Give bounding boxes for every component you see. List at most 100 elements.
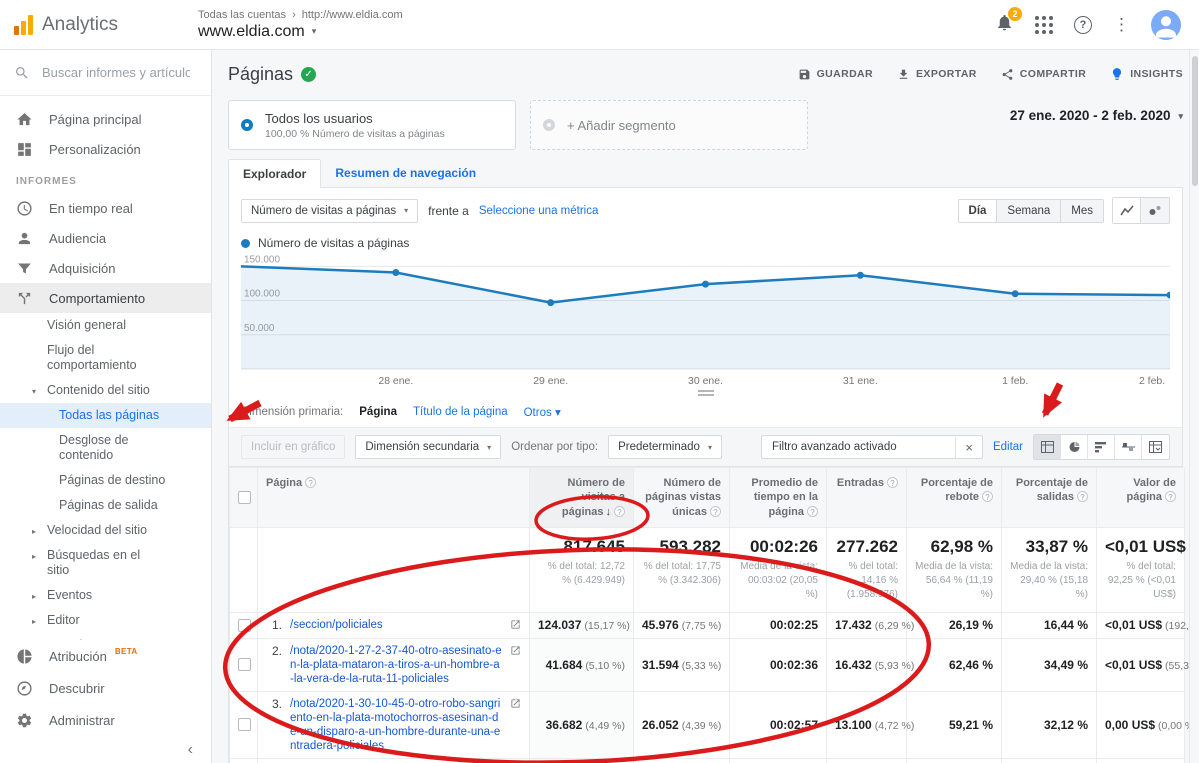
segment-all-users[interactable]: Todos los usuarios 100,00 % Número de vi… (228, 100, 516, 150)
table-view-icon (1041, 441, 1054, 453)
motion-chart-mode-button[interactable] (1141, 198, 1169, 223)
save-button[interactable]: GUARDAR (798, 68, 873, 81)
behavior-subnav: Visión general Flujo del comportamiento … (0, 313, 211, 640)
sidebar-item-site-search[interactable]: ▸ Búsquedas en el sitio (0, 543, 211, 583)
sidebar-item-behavior-flow[interactable]: Flujo del comportamiento (0, 338, 211, 378)
sidebar-search[interactable] (0, 50, 211, 96)
help-icon[interactable]: ? (887, 477, 898, 488)
page-link[interactable]: /nota/2020-1-30-10-45-0-otro-robo-sangri… (290, 697, 502, 753)
sidebar-item-admin[interactable]: Administrar (0, 704, 211, 736)
add-segment-button[interactable]: + Añadir segmento (530, 100, 808, 150)
sidebar-item-site-speed[interactable]: ▸ Velocidad del sitio (0, 518, 211, 543)
edit-filter-link[interactable]: Editar (993, 441, 1023, 453)
timeseries-chart[interactable]: 50.000100.000150.00028 ene.29 ene.30 ene… (241, 254, 1170, 396)
more-vertical-icon[interactable]: ⋮ (1113, 15, 1130, 35)
sidebar-item-exit-pages[interactable]: Páginas de salida (0, 493, 211, 518)
plot-rows-button[interactable]: Incluir en gráfico (241, 435, 345, 459)
column-header-page[interactable]: Página? (258, 468, 530, 528)
row-checkbox[interactable] (238, 718, 251, 731)
summary-page-cell (258, 527, 530, 612)
cell-unique-pageviews: 31.594(5,33 %) (634, 638, 730, 691)
column-header-unique-pageviews[interactable]: Número de páginas vistas únicas? (634, 468, 730, 528)
view-table-button[interactable] (1034, 435, 1061, 459)
sidebar-item-publisher[interactable]: ▸ Editor (0, 608, 211, 633)
help-icon[interactable]: ? (305, 477, 316, 488)
view-percentage-button[interactable] (1061, 435, 1088, 459)
open-in-new-icon[interactable] (510, 619, 521, 633)
dimension-others[interactable]: Otros ▾ (524, 405, 561, 419)
row-checkbox[interactable] (238, 658, 251, 671)
sidebar-item-home[interactable]: Página principal (0, 104, 211, 134)
granularity-week-button[interactable]: Semana (997, 200, 1061, 222)
select-all-checkbox[interactable] (238, 491, 251, 504)
tab-explorer[interactable]: Explorador (228, 159, 321, 188)
apps-grid-icon[interactable] (1035, 16, 1053, 34)
column-header-avg-time[interactable]: Promedio de tiempo en la página? (730, 468, 827, 528)
insights-button[interactable]: INSIGHTS (1110, 67, 1183, 81)
search-input[interactable] (42, 65, 190, 80)
notifications-button[interactable]: 2 (995, 13, 1014, 37)
sidebar-item-landing-pages[interactable]: Páginas de destino (0, 468, 211, 493)
view-comparison-button[interactable] (1115, 435, 1142, 459)
sidebar-item-behavior-overview[interactable]: Visión general (0, 313, 211, 338)
sidebar-item-audience[interactable]: Audiencia (0, 223, 211, 253)
row-checkbox[interactable] (238, 619, 251, 632)
sidebar-item-content-drilldown[interactable]: Desglose de contenido (0, 428, 211, 468)
sidebar-item-personalization[interactable]: Personalización (0, 134, 211, 164)
sidebar-item-realtime[interactable]: En tiempo real (0, 193, 211, 223)
column-header-exit-rate[interactable]: Porcentaje de salidas? (1002, 468, 1097, 528)
help-icon[interactable]: ? (710, 506, 721, 517)
breadcrumb-property-url[interactable]: http://www.eldia.com (302, 9, 403, 21)
page-link[interactable]: /seccion/policiales (290, 618, 502, 632)
column-header-pageviews[interactable]: Número de visitas a páginas↓? (530, 468, 634, 528)
view-performance-button[interactable] (1088, 435, 1115, 459)
cell-page-value: <0,01 US$(192,08 %) (1097, 612, 1185, 638)
avatar[interactable] (1151, 10, 1181, 40)
download-icon (897, 68, 910, 81)
chart-scroll-handle[interactable] (698, 390, 714, 396)
date-range-picker[interactable]: 27 ene. 2020 - 2 feb. 2020 ▾ (1010, 108, 1183, 150)
help-icon[interactable]: ? (1165, 491, 1176, 502)
account-switcher[interactable]: Todas las cuentas › http://www.eldia.com… (198, 9, 403, 41)
sidebar-item-all-pages[interactable]: Todas las páginas (0, 403, 211, 428)
remove-filter-button[interactable]: × (955, 437, 982, 458)
column-header-page-value[interactable]: Valor de página? (1097, 468, 1185, 528)
view-pivot-button[interactable] (1142, 435, 1169, 459)
page-link[interactable]: /nota/2020-1-27-2-37-40-otro-asesinato-e… (290, 644, 502, 686)
breadcrumb-accounts[interactable]: Todas las cuentas (198, 9, 286, 21)
sidebar-item-discover[interactable]: Descubrir (0, 672, 211, 704)
help-icon[interactable]: ? (982, 491, 993, 502)
dimension-page[interactable]: Página (359, 406, 397, 418)
help-icon[interactable]: ? (1074, 16, 1092, 34)
sidebar-item-attribution[interactable]: Atribución BETA (0, 640, 211, 672)
sidebar-item-events[interactable]: ▸ Eventos (0, 583, 211, 608)
select-metric-link[interactable]: Seleccione una métrica (479, 205, 599, 217)
dimension-page-title[interactable]: Título de la página (413, 406, 508, 418)
tab-navigation-summary[interactable]: Resumen de navegación (321, 159, 490, 187)
help-icon[interactable]: ? (1077, 491, 1088, 502)
sort-type-selector[interactable]: Predeterminado ▾ (608, 435, 722, 459)
cell-page-value: 0,00 US$(0,00 %) (1097, 691, 1185, 758)
export-button[interactable]: EXPORTAR (897, 68, 977, 81)
sidebar-item-site-content[interactable]: ▾ Contenido del sitio (0, 378, 211, 403)
granularity-day-button[interactable]: Día (959, 200, 998, 222)
help-icon[interactable]: ? (614, 506, 625, 517)
line-chart-mode-button[interactable] (1113, 198, 1141, 223)
sidebar-collapse-button[interactable]: ‹ (0, 736, 211, 763)
share-button[interactable]: COMPARTIR (1001, 68, 1086, 81)
column-header-entrances[interactable]: Entradas? (827, 468, 907, 528)
sidebar-item-experiments[interactable]: ▸ Experimentos (0, 633, 211, 640)
scrollbar-thumb[interactable] (1192, 56, 1198, 186)
secondary-dimension-selector[interactable]: Dimensión secundaria ▾ (355, 435, 501, 459)
sidebar-item-acquisition[interactable]: Adquisición (0, 253, 211, 283)
analytics-home-link[interactable]: Analytics (0, 14, 198, 36)
vertical-scrollbar[interactable] (1189, 50, 1199, 763)
column-header-bounce-rate[interactable]: Porcentaje de rebote? (907, 468, 1002, 528)
granularity-month-button[interactable]: Mes (1061, 200, 1103, 222)
property-selector[interactable]: www.eldia.com ▾ (198, 23, 403, 41)
sidebar-item-behavior[interactable]: Comportamiento (0, 283, 211, 313)
open-in-new-icon[interactable] (510, 645, 521, 659)
help-icon[interactable]: ? (807, 506, 818, 517)
open-in-new-icon[interactable] (510, 698, 521, 712)
metric-selector[interactable]: Número de visitas a páginas ▾ (241, 199, 418, 223)
